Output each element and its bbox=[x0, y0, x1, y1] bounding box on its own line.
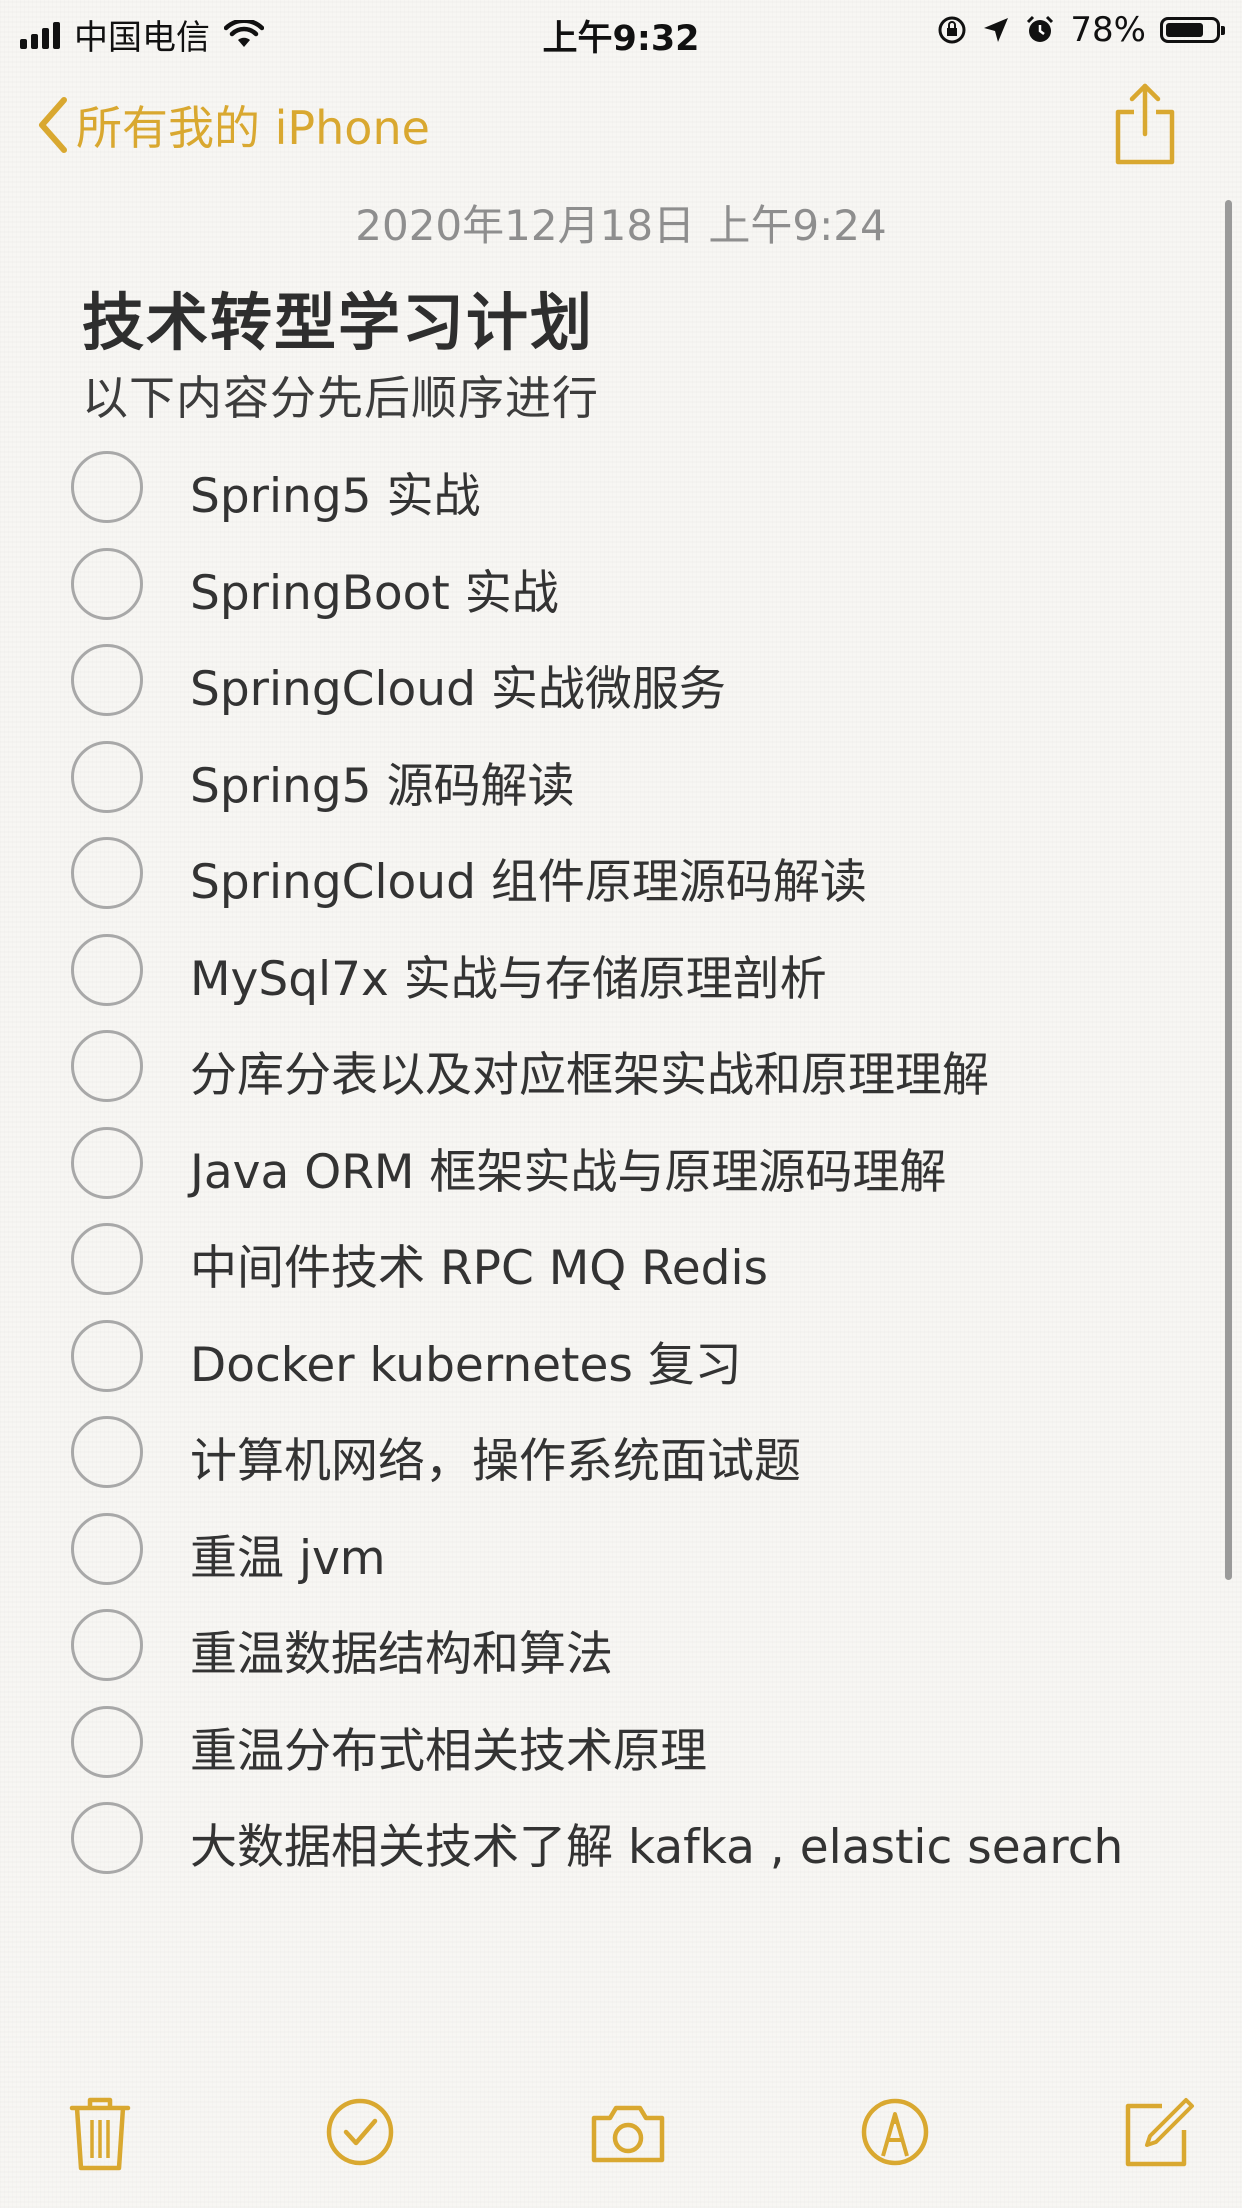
checklist-item-text[interactable]: Spring5 实战 bbox=[190, 457, 481, 526]
checklist-item-text[interactable]: Spring5 源码解读 bbox=[190, 747, 575, 816]
alarm-icon bbox=[1027, 15, 1054, 42]
bottom-toolbar bbox=[0, 2078, 1242, 2208]
note-subtitle[interactable]: 以下内容分先后顺序进行 bbox=[82, 362, 599, 428]
checklist-item[interactable]: SpringCloud 组件原理源码解读 bbox=[0, 829, 1242, 926]
checkbox-circle-icon[interactable] bbox=[71, 1416, 143, 1488]
note-title[interactable]: 技术转型学习计划 bbox=[82, 272, 594, 362]
checklist-item[interactable]: Spring5 实战 bbox=[0, 443, 1242, 540]
checkbox-circle-icon[interactable] bbox=[71, 1609, 143, 1681]
checklist-item-text[interactable]: MySql7x 实战与存储原理剖析 bbox=[190, 940, 827, 1009]
nav-bar: 所有我的 iPhone bbox=[0, 72, 1242, 182]
checkbox-circle-icon[interactable] bbox=[71, 1126, 143, 1199]
checklist-item[interactable]: 分库分表以及对应框架实战和原理理解 bbox=[0, 1022, 1242, 1119]
checklist-item-text[interactable]: 分库分表以及对应框架实战和原理理解 bbox=[190, 1036, 989, 1105]
rotation-lock-icon bbox=[938, 16, 966, 44]
battery-fill bbox=[1166, 23, 1204, 37]
checkbox-circle-icon[interactable] bbox=[71, 1512, 143, 1585]
checklist-item-text[interactable]: 计算机网络，操作系统面试题 bbox=[190, 1422, 801, 1491]
checklist-item-text[interactable]: SpringBoot 实战 bbox=[190, 554, 559, 623]
checkbox-circle-icon[interactable] bbox=[71, 933, 143, 1006]
checklist-item[interactable]: 重温数据结构和算法 bbox=[0, 1601, 1242, 1698]
checklist-item-text[interactable]: 重温数据结构和算法 bbox=[190, 1615, 613, 1684]
note-date: 2020年12月18日 上午9:24 bbox=[355, 201, 887, 250]
checklist-item[interactable]: Docker kubernetes 复习 bbox=[0, 1312, 1242, 1409]
status-bar: 中国电信 上午9:32 78% bbox=[0, 0, 1242, 62]
checklist-item[interactable]: SpringCloud 实战微服务 bbox=[0, 636, 1242, 733]
checklist-item[interactable]: 大数据相关技术了解 kafka , elastic search bbox=[0, 1794, 1242, 1891]
markup-icon[interactable] bbox=[855, 2092, 935, 2172]
trash-icon[interactable] bbox=[60, 2092, 140, 2172]
checkbox-circle-icon[interactable] bbox=[71, 1030, 143, 1102]
checkbox-circle-icon[interactable] bbox=[71, 644, 143, 716]
checklist-item[interactable]: 中间件技术 RPC MQ Redis bbox=[0, 1215, 1242, 1312]
checklist-item-text[interactable]: SpringCloud 实战微服务 bbox=[190, 650, 726, 719]
checklist: Spring5 实战 SpringBoot 实战 SpringCloud 实战微… bbox=[0, 443, 1242, 1891]
battery-icon bbox=[1160, 17, 1225, 43]
checklist-item[interactable]: Java ORM 框架实战与原理源码理解 bbox=[0, 1119, 1242, 1216]
status-right: 78% bbox=[936, 10, 1225, 50]
checklist-item[interactable]: SpringBoot 实战 bbox=[0, 540, 1242, 637]
checklist-item-text[interactable]: 大数据相关技术了解 kafka , elastic search bbox=[190, 1808, 1123, 1877]
chevron-left-icon bbox=[39, 97, 67, 153]
checklist-icon[interactable] bbox=[320, 2092, 400, 2172]
checkbox-circle-icon[interactable] bbox=[71, 547, 143, 620]
checklist-item-text[interactable]: 重温 jvm bbox=[190, 1519, 386, 1588]
checklist-item[interactable]: 重温 jvm bbox=[0, 1505, 1242, 1602]
checklist-item[interactable]: Spring5 源码解读 bbox=[0, 733, 1242, 830]
checkbox-circle-icon[interactable] bbox=[71, 740, 143, 813]
checklist-item-text[interactable]: Java ORM 框架实战与原理源码理解 bbox=[190, 1133, 946, 1202]
checkbox-circle-icon[interactable] bbox=[71, 451, 143, 523]
checklist-item-text[interactable]: 中间件技术 RPC MQ Redis bbox=[190, 1229, 768, 1298]
checklist-item[interactable]: 计算机网络，操作系统面试题 bbox=[0, 1408, 1242, 1505]
checklist-item-text[interactable]: 重温分布式相关技术原理 bbox=[190, 1712, 707, 1781]
share-icon[interactable] bbox=[1110, 82, 1180, 166]
checkbox-circle-icon[interactable] bbox=[71, 1705, 143, 1778]
compose-icon[interactable] bbox=[1118, 2092, 1198, 2172]
checkbox-circle-icon[interactable] bbox=[71, 1802, 143, 1874]
checkbox-circle-icon[interactable] bbox=[71, 837, 143, 909]
checkbox-circle-icon[interactable] bbox=[71, 1319, 143, 1392]
back-label: 所有我的 iPhone bbox=[76, 101, 430, 155]
camera-icon[interactable] bbox=[588, 2092, 668, 2172]
checklist-item-text[interactable]: SpringCloud 组件原理源码解读 bbox=[190, 843, 867, 912]
checkbox-circle-icon[interactable] bbox=[71, 1223, 143, 1295]
location-icon bbox=[984, 18, 1009, 42]
checklist-item-text[interactable]: Docker kubernetes 复习 bbox=[190, 1326, 742, 1395]
battery-percent: 78% bbox=[1070, 10, 1146, 50]
back-button[interactable]: 所有我的 iPhone bbox=[36, 92, 430, 158]
checklist-item[interactable]: 重温分布式相关技术原理 bbox=[0, 1698, 1242, 1795]
checklist-item[interactable]: MySql7x 实战与存储原理剖析 bbox=[0, 926, 1242, 1023]
